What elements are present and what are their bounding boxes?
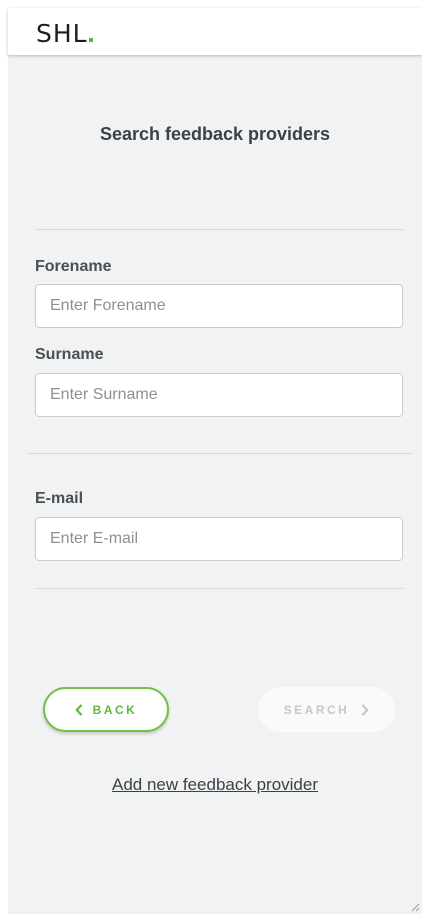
- surname-input[interactable]: [35, 373, 403, 417]
- add-feedback-provider-link[interactable]: Add new feedback provider: [8, 775, 422, 795]
- email-input[interactable]: [35, 517, 403, 561]
- forename-input[interactable]: [35, 284, 403, 328]
- page-title: Search feedback providers: [99, 124, 331, 144]
- divider-bottom: [35, 588, 403, 589]
- back-button[interactable]: BACK: [43, 687, 169, 732]
- search-button[interactable]: SEARCH: [258, 687, 395, 732]
- search-button-label: SEARCH: [283, 702, 350, 717]
- shl-logo: SHL: [36, 20, 93, 48]
- chevron-left-icon: [75, 703, 83, 716]
- surname-label: Surname: [35, 346, 104, 363]
- chevron-right-icon: [361, 703, 369, 716]
- resize-grip-icon[interactable]: [410, 902, 420, 912]
- forename-label: Forename: [35, 258, 112, 275]
- email-label: E-mail: [35, 490, 84, 507]
- app-header: SHL: [8, 8, 422, 55]
- logo-text: SHL: [36, 19, 88, 48]
- divider-top: [35, 229, 403, 230]
- divider-middle: [27, 453, 413, 454]
- back-button-label: BACK: [92, 702, 138, 717]
- logo-dot: [88, 38, 93, 42]
